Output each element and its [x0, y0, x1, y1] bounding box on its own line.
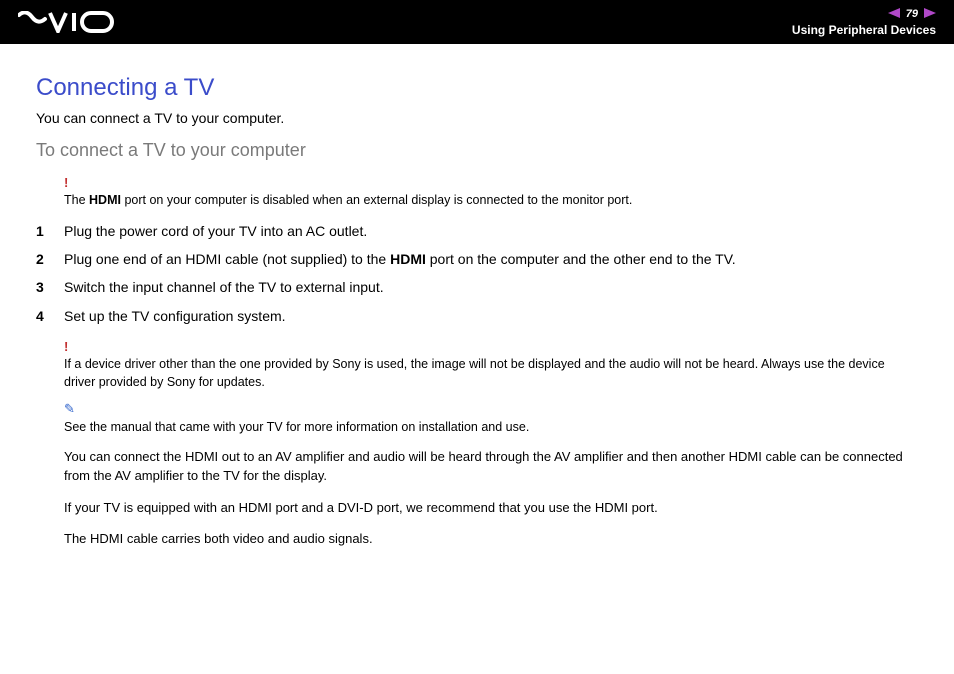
- step-text: Plug the power cord of your TV into an A…: [64, 220, 918, 242]
- page-nav: 79: [888, 8, 936, 21]
- step-number: 1: [36, 220, 64, 242]
- vaio-logo: [18, 11, 116, 33]
- tip-icon: ✎: [64, 401, 918, 417]
- step-number: 2: [36, 248, 64, 270]
- body-paragraph: If your TV is equipped with an HDMI port…: [64, 498, 918, 518]
- breadcrumb: Using Peripheral Devices: [792, 23, 936, 37]
- page-title: Connecting a TV: [36, 74, 918, 102]
- step-text: Plug one end of an HDMI cable (not suppl…: [64, 248, 918, 270]
- post-steps-block: ! If a device driver other than the one …: [36, 339, 918, 549]
- step-item: 2 Plug one end of an HDMI cable (not sup…: [36, 248, 918, 270]
- step-number: 4: [36, 305, 64, 327]
- step-number: 3: [36, 276, 64, 298]
- lead-text: You can connect a TV to your computer.: [36, 110, 918, 126]
- warn1-pre: The: [64, 193, 89, 207]
- next-page-arrow-icon[interactable]: [924, 8, 936, 21]
- warning-text-2: If a device driver other than the one pr…: [64, 356, 918, 391]
- body-paragraph: You can connect the HDMI out to an AV am…: [64, 447, 918, 486]
- step2-post: port on the computer and the other end t…: [426, 251, 736, 267]
- prev-page-arrow-icon[interactable]: [888, 8, 900, 21]
- step-item: 1 Plug the power cord of your TV into an…: [36, 220, 918, 242]
- step-text: Set up the TV configuration system.: [64, 305, 918, 327]
- page-number: 79: [906, 8, 918, 20]
- step-item: 4 Set up the TV configuration system.: [36, 305, 918, 327]
- step-text: Switch the input channel of the TV to ex…: [64, 276, 918, 298]
- warning-block-1: ! The HDMI port on your computer is disa…: [36, 175, 918, 210]
- step2-bold: HDMI: [390, 251, 426, 267]
- body-paragraph: The HDMI cable carries both video and au…: [64, 529, 918, 549]
- section-subheading: To connect a TV to your computer: [36, 140, 918, 161]
- step-list: 1 Plug the power cord of your TV into an…: [36, 220, 918, 328]
- warn1-bold: HDMI: [89, 193, 121, 207]
- warning-text-1: The HDMI port on your computer is disabl…: [64, 192, 918, 210]
- header-right: 79 Using Peripheral Devices: [792, 8, 936, 37]
- page-content: Connecting a TV You can connect a TV to …: [0, 44, 954, 581]
- tip-text: See the manual that came with your TV fo…: [64, 419, 918, 437]
- step2-pre: Plug one end of an HDMI cable (not suppl…: [64, 251, 390, 267]
- step-item: 3 Switch the input channel of the TV to …: [36, 276, 918, 298]
- warning-icon: !: [64, 175, 918, 190]
- page-header: 79 Using Peripheral Devices: [0, 0, 954, 44]
- warn1-post: port on your computer is disabled when a…: [121, 193, 632, 207]
- warning-icon: !: [64, 339, 918, 354]
